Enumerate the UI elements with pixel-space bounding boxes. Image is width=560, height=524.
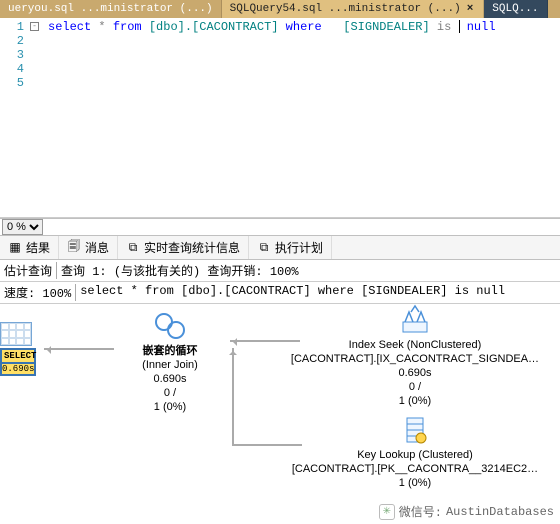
identifier: [SIGNDEALER] (343, 20, 429, 34)
line-number: 1 (0, 20, 30, 34)
execution-plan-canvas[interactable]: SELECT 0.690s 嵌套的循环 (Inner Join) 0.690s … (0, 304, 560, 524)
tab-messages[interactable]: 🗐 消息 (59, 236, 118, 259)
line-number: 3 (0, 48, 30, 62)
plan-node-sub: (Inner Join) (100, 358, 240, 372)
plan-node-time: 0.690s (290, 366, 540, 380)
tab-label: SQLQuery54.sql ...ministrator (...) (230, 3, 461, 15)
index-seek-icon (399, 304, 431, 336)
tab-label: ueryou.sql ...ministrator (...) (8, 3, 213, 15)
plan-node-key-lookup[interactable]: Key Lookup (Clustered) [CACONTRACT].[PK_… (290, 414, 540, 490)
query-sql-text: select * from [dbo].[CACONTRACT] where [… (80, 284, 505, 301)
document-tab-strip: ueryou.sql ...ministrator (...) SQLQuery… (0, 0, 560, 18)
tab-results[interactable]: ▦ 结果 (0, 236, 59, 259)
estimate-label: 估计查询 (4, 262, 52, 279)
watermark-value: AustinDatabases (446, 505, 554, 519)
token: * (91, 20, 113, 34)
fold-toggle-icon[interactable]: - (30, 22, 39, 31)
code-line[interactable]: select * from [dbo].[CACONTRACT] where [… (44, 18, 500, 217)
keyword: is (430, 20, 459, 34)
plan-node-rows: 0 / (290, 380, 540, 394)
document-tab[interactable]: ueryou.sql ...ministrator (...) (0, 0, 222, 18)
keyword: from (113, 20, 149, 34)
sql-editor[interactable]: 1 2 3 4 5 - select * from [dbo].[CACONTR… (0, 18, 560, 218)
plan-node-title: Key Lookup (Clustered) (290, 448, 540, 462)
key-lookup-icon (399, 414, 431, 446)
line-number: 5 (0, 76, 30, 90)
message-icon: 🗐 (67, 241, 81, 255)
plan-node-rows: 0 / (100, 386, 240, 400)
speed-label: 速度: 100% (4, 284, 71, 301)
plan-node-sub: [CACONTRACT].[PK__CACONTRA__3214EC2… (290, 462, 540, 476)
zoom-bar: 0 % (0, 218, 560, 236)
keyword: null (460, 20, 496, 34)
tab-label: 消息 (85, 239, 109, 256)
query-detail-bar: 速度: 100% select * from [dbo].[CACONTRACT… (0, 282, 560, 304)
plan-node-index-seek[interactable]: Index Seek (NonClustered) [CACONTRACT].[… (290, 304, 540, 408)
plan-node-time: 0.690s (0, 364, 36, 376)
line-number: 4 (0, 62, 30, 76)
close-icon[interactable]: × (465, 3, 476, 15)
tab-live-stats[interactable]: ⧉ 实时查询统计信息 (118, 236, 249, 259)
watermark: ✳ 微信号: AustinDatabases (379, 503, 554, 520)
document-tab-active[interactable]: SQLQuery54.sql ...ministrator (...) × (222, 0, 485, 18)
zoom-select[interactable]: 0 % (2, 219, 43, 235)
plan-node-title: 嵌套的循环 (100, 344, 240, 358)
results-tab-strip: ▦ 结果 🗐 消息 ⧉ 实时查询统计信息 ⧉ 执行计划 (0, 236, 560, 260)
stats-icon: ⧉ (126, 241, 140, 255)
plan-node-pct: 1 (0%) (100, 400, 240, 414)
plan-arrow (232, 348, 234, 446)
wechat-icon: ✳ (379, 504, 395, 520)
tab-exec-plan[interactable]: ⧉ 执行计划 (249, 236, 332, 259)
plan-node-nested-loop[interactable]: 嵌套的循环 (Inner Join) 0.690s 0 / 1 (0%) (100, 310, 240, 414)
line-number: 2 (0, 34, 30, 48)
plan-node-sub: [CACONTRACT].[IX_CACONTRACT_SIGNDEA… (290, 352, 540, 366)
tab-label: 结果 (26, 239, 50, 256)
watermark-label: 微信号: (399, 503, 442, 520)
plan-icon: ⧉ (257, 241, 271, 255)
query-cost-text: 查询 1: (与该批有关的) 查询开销: 100% (61, 262, 299, 279)
table-icon (0, 322, 32, 346)
document-tab[interactable]: SQLQ... (484, 0, 547, 18)
tab-label: 执行计划 (275, 239, 323, 256)
tab-label: 实时查询统计信息 (144, 239, 240, 256)
keyword: where (278, 20, 343, 34)
fold-gutter: - (30, 18, 44, 217)
grid-icon: ▦ (8, 241, 22, 255)
identifier: [dbo].[CACONTRACT] (149, 20, 279, 34)
plan-node-title: Index Seek (NonClustered) (290, 338, 540, 352)
plan-node-pct: 1 (0%) (290, 476, 540, 490)
keyword: select (48, 20, 91, 34)
query-summary-bar: 估计查询 查询 1: (与该批有关的) 查询开销: 100% (0, 260, 560, 282)
plan-node-select[interactable]: SELECT 0.690s (0, 322, 36, 376)
plan-node-time: 0.690s (100, 372, 240, 386)
nested-loop-icon (154, 310, 186, 342)
plan-node-label: SELECT (0, 348, 36, 364)
plan-node-pct: 1 (0%) (290, 394, 540, 408)
tab-label: SQLQ... (492, 3, 538, 15)
line-number-gutter: 1 2 3 4 5 (0, 18, 30, 217)
